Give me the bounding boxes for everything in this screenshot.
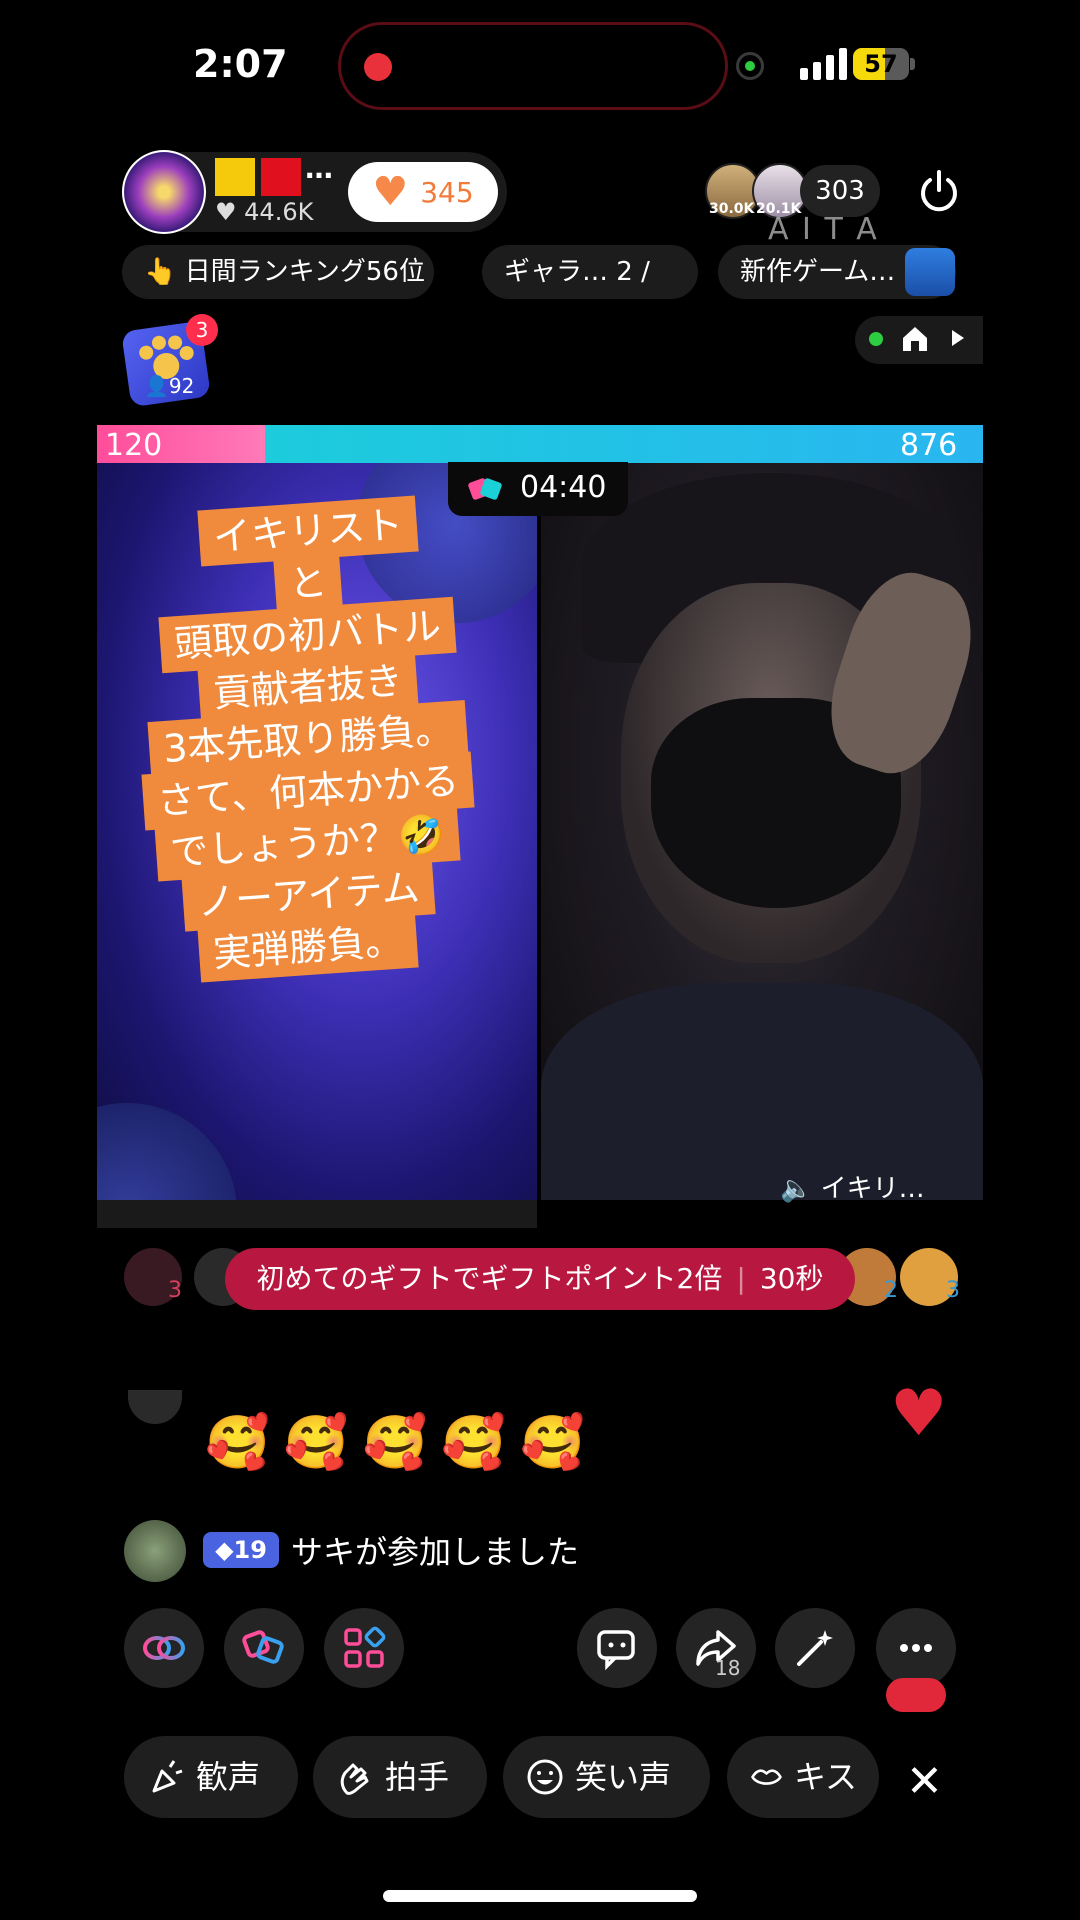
fan-club-count: 👤92 <box>144 374 194 398</box>
apps-button[interactable] <box>324 1608 404 1688</box>
host-pane-footer <box>97 1200 537 1228</box>
reaction-cheer[interactable]: 歓声 <box>124 1736 298 1818</box>
heart-icon: ♥ <box>215 198 237 226</box>
viewer-count[interactable]: 303 <box>800 165 880 217</box>
battery-tip <box>910 58 915 70</box>
battery-icon: 57 <box>853 48 909 80</box>
reaction-kiss[interactable]: キス <box>727 1736 879 1818</box>
battle-score-left: 120 <box>105 428 163 463</box>
contributor-rank-right-b: 3 <box>946 1278 960 1303</box>
power-icon[interactable] <box>915 168 963 216</box>
battle-icon <box>468 478 502 500</box>
laugh-face-icon <box>527 1759 563 1795</box>
joiner-level: 19 <box>233 1536 267 1564</box>
contributor-rank-left: 3 <box>168 1278 182 1303</box>
battle-button[interactable] <box>224 1608 304 1688</box>
fan-club-count-value: 92 <box>168 374 195 398</box>
home-icon[interactable] <box>900 324 930 354</box>
daily-ranking-pill[interactable]: 👆 日間ランキング56位 <box>122 245 434 299</box>
fan-club-badge: 3 <box>186 314 218 346</box>
opponent-name: イキリ… <box>820 1174 925 1204</box>
camera-indicator-icon <box>736 52 764 80</box>
apps-grid-icon <box>344 1626 386 1668</box>
host-name-red-square <box>261 158 301 196</box>
like-button[interactable]: ♥ 345 <box>348 162 498 222</box>
clap-icon <box>340 1763 369 1795</box>
reaction-kiss-label: キス <box>793 1758 857 1796</box>
battle-timer-text: 04:40 <box>520 470 607 505</box>
join-message: サキが参加しました <box>291 1533 580 1571</box>
reaction-clap-label: 拍手 <box>385 1758 450 1796</box>
signal-icon <box>800 46 847 80</box>
comment-button[interactable] <box>577 1608 657 1688</box>
link-icon <box>143 1636 185 1660</box>
overlay-caption: イキリスト と 頭取の初バトル 貢献者抜き 3本先取り勝負。 さて、何本かかる … <box>128 495 488 983</box>
person-icon: 👤 <box>144 374 169 398</box>
home-indicator[interactable] <box>383 1890 697 1902</box>
battle-score-right: 876 <box>900 428 958 463</box>
host-avatar[interactable] <box>122 150 206 234</box>
contributor-rank-right-a: 2 <box>884 1278 898 1303</box>
host-name-ellipsis: … <box>305 152 333 185</box>
live-dot-icon <box>869 332 883 346</box>
watermark: A I T A <box>768 212 879 247</box>
link-button[interactable] <box>124 1608 204 1688</box>
opponent-video-pane[interactable] <box>541 463 983 1200</box>
joiner-level-badge: ◆19 <box>203 1532 279 1568</box>
game-icon[interactable] <box>905 248 955 296</box>
gallery-pill[interactable]: ギャラ… 2 / <box>482 245 698 299</box>
diamond-icon: ◆ <box>215 1536 234 1564</box>
magic-wand-icon <box>797 1630 833 1666</box>
kiss-lips-icon <box>751 1769 782 1785</box>
close-reactions-button[interactable]: ✕ <box>906 1756 943 1807</box>
comment-emojis: 🥰🥰🥰🥰🥰 <box>205 1413 599 1473</box>
status-time: 2:07 <box>193 42 288 86</box>
host-likes-value: 44.6K <box>244 198 314 226</box>
gift-bonus-banner[interactable]: 初めてのギフトでギフトポイント2倍 | 30秒 <box>225 1248 855 1310</box>
reaction-clap[interactable]: 拍手 <box>313 1736 487 1818</box>
reaction-laugh-label: 笑い声 <box>575 1758 672 1796</box>
share-count: 18 <box>715 1656 741 1680</box>
reaction-cheer-label: 歓声 <box>196 1758 261 1796</box>
speaker-icon: 🔈 <box>780 1174 813 1204</box>
host-name-yellow-square <box>215 158 255 196</box>
more-dots-icon <box>900 1644 932 1652</box>
comment-avatar-partial <box>128 1390 182 1424</box>
comment-icon <box>597 1630 635 1671</box>
opponent-audio-label[interactable]: 🔈 イキリ… <box>780 1168 925 1205</box>
gift-bonus-text: 初めてのギフトでギフトポイント2倍 <box>256 1262 723 1295</box>
heart-icon: ♥ <box>372 169 409 215</box>
joiner-avatar[interactable] <box>124 1520 186 1582</box>
battery-level: 57 <box>864 50 898 78</box>
top-viewer-1-score: 30.0K <box>709 201 755 217</box>
expand-arrow-icon[interactable] <box>952 330 964 346</box>
gift-bonus-time: 30秒 <box>759 1262 824 1295</box>
more-button[interactable] <box>876 1608 956 1688</box>
like-count: 345 <box>420 175 474 209</box>
effects-button[interactable] <box>775 1608 855 1688</box>
host-likes: ♥ 44.6K <box>215 198 313 226</box>
recording-indicator-icon <box>364 53 392 81</box>
battle-icon <box>242 1630 284 1664</box>
more-heart-badge <box>886 1678 946 1712</box>
reaction-laugh[interactable]: 笑い声 <box>503 1736 710 1818</box>
floating-heart-icon: ♥ <box>890 1377 948 1451</box>
dynamic-island <box>338 22 728 110</box>
cheer-icon <box>152 1760 183 1793</box>
